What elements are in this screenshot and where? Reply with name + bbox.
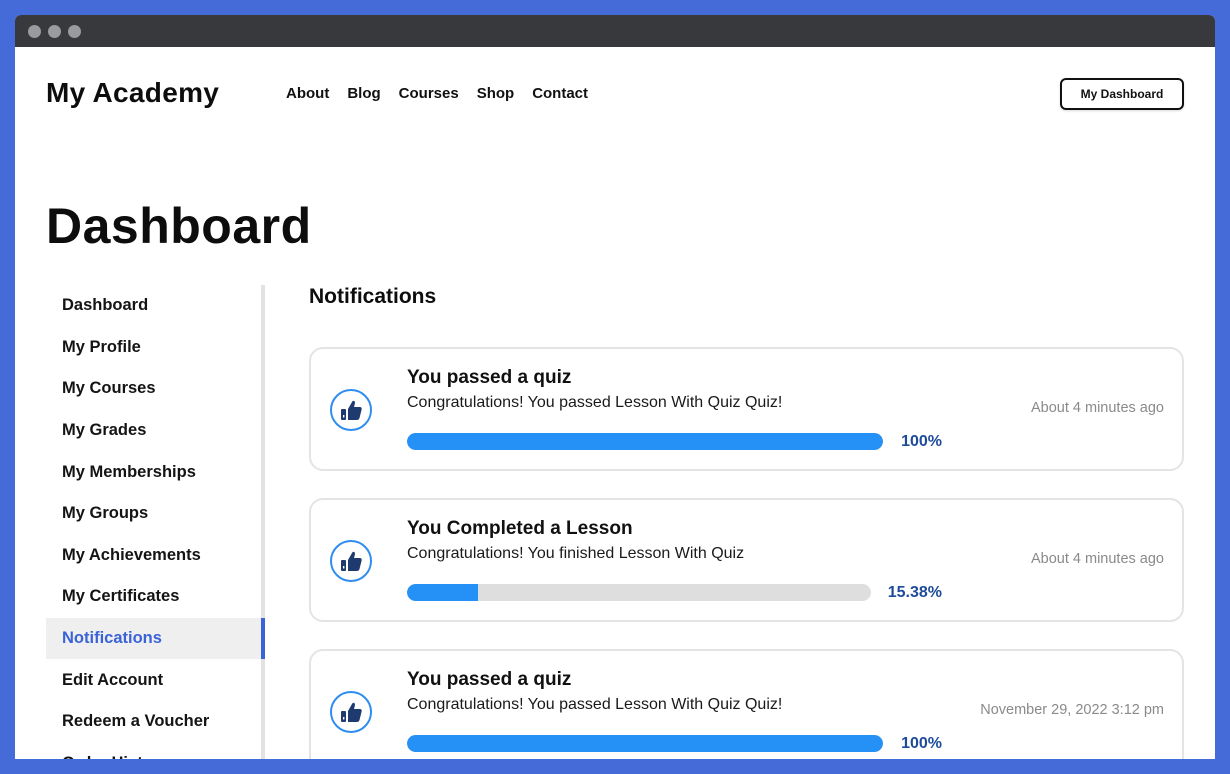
my-dashboard-button[interactable]: My Dashboard bbox=[1060, 78, 1184, 110]
browser-window: My Academy About Blog Courses Shop Conta… bbox=[15, 15, 1215, 759]
progress-label: 100% bbox=[901, 433, 942, 450]
progress-bar bbox=[407, 433, 883, 450]
window-titlebar bbox=[15, 15, 1215, 47]
sidebar-item-notifications[interactable]: Notifications bbox=[46, 617, 265, 660]
notification-title: You passed a quiz bbox=[407, 367, 572, 388]
sidebar-item-my-memberships[interactable]: My Memberships bbox=[46, 451, 261, 493]
progress-fill bbox=[407, 584, 479, 601]
thumbs-up-icon bbox=[330, 691, 372, 733]
sidebar-item-my-groups[interactable]: My Groups bbox=[46, 493, 261, 535]
notification-time: About 4 minutes ago bbox=[1030, 551, 1164, 567]
window-maximize-dot[interactable] bbox=[68, 24, 81, 38]
sidebar-item-dashboard[interactable]: Dashboard bbox=[46, 285, 261, 327]
account-sidebar: Dashboard My Profile My Courses My Grades My… bbox=[46, 285, 265, 759]
window-minimize-dot[interactable] bbox=[48, 24, 61, 38]
nav-blog[interactable]: Blog bbox=[347, 85, 380, 102]
notification-time: November 29, 2022 3:12 pm bbox=[980, 702, 1164, 718]
sidebar-item-my-profile[interactable]: My Profile bbox=[46, 327, 261, 369]
progress-fill bbox=[407, 433, 883, 450]
notification-card[interactable]: You Completed a Lesson Congratulations! Y… bbox=[309, 498, 1184, 622]
progress-bar bbox=[407, 584, 871, 601]
progress-bar bbox=[407, 735, 883, 752]
notification-card[interactable]: You passed a quiz Congratulations! You pa… bbox=[309, 649, 1184, 759]
sidebar-item-redeem-a-voucher[interactable]: Redeem a Voucher bbox=[46, 701, 261, 743]
notification-title: You passed a quiz bbox=[407, 669, 572, 690]
page-title: Dashboard bbox=[46, 198, 312, 254]
notification-title: You Completed a Lesson bbox=[407, 518, 633, 539]
sidebar-item-my-achievements[interactable]: My Achievements bbox=[46, 535, 261, 577]
nav-courses[interactable]: Courses bbox=[399, 85, 459, 102]
notification-message: Congratulations! You finished Lesson Wit… bbox=[407, 545, 745, 562]
thumbs-up-icon bbox=[330, 389, 372, 431]
sidebar-item-my-certificates[interactable]: My Certificates bbox=[46, 576, 261, 618]
nav-shop[interactable]: Shop bbox=[477, 85, 515, 102]
sidebar-item-edit-account[interactable]: Edit Account bbox=[46, 659, 261, 701]
sidebar-item-my-courses[interactable]: My Courses bbox=[46, 368, 261, 410]
nav-contact[interactable]: Contact bbox=[532, 85, 588, 102]
window-close-dot[interactable] bbox=[28, 24, 41, 38]
site-header: My Academy About Blog Courses Shop Conta… bbox=[15, 47, 1215, 142]
site-logo[interactable]: My Academy bbox=[46, 77, 219, 109]
notification-message: Congratulations! You passed Lesson With … bbox=[407, 696, 783, 713]
notification-card[interactable]: You passed a quiz Congratulations! You pa… bbox=[309, 347, 1184, 471]
progress-label: 15.38% bbox=[887, 584, 942, 601]
progress-fill bbox=[407, 735, 883, 752]
notification-time: About 4 minutes ago bbox=[1030, 400, 1164, 416]
main-nav: About Blog Courses Shop Contact bbox=[286, 85, 588, 102]
notifications-heading: Notifications bbox=[309, 285, 437, 308]
notification-message: Congratulations! You passed Lesson With … bbox=[407, 394, 783, 411]
thumbs-up-icon bbox=[330, 540, 372, 582]
progress-label: 100% bbox=[901, 735, 942, 752]
sidebar-item-order-history[interactable]: Order History bbox=[46, 743, 261, 759]
sidebar-item-my-grades[interactable]: My Grades bbox=[46, 410, 261, 452]
nav-about[interactable]: About bbox=[286, 85, 329, 102]
